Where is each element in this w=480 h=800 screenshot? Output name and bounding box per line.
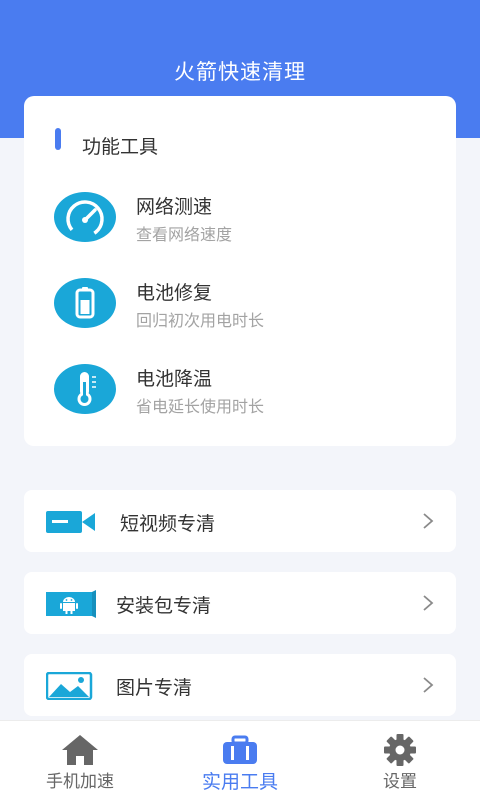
toolbox-icon <box>220 733 260 767</box>
speedometer-icon <box>54 192 116 242</box>
tool-battery-repair[interactable]: 电池修复 回归初次用电时长 <box>52 278 432 348</box>
tool-network-speed[interactable]: 网络测速 查看网络速度 <box>52 192 432 262</box>
home-icon <box>60 733 100 767</box>
chevron-right-icon <box>422 594 434 612</box>
tab-phone-boost[interactable]: 手机加速 <box>0 721 160 800</box>
picture-clean-item[interactable]: 图片专清 <box>24 654 456 716</box>
tool-battery-cooling[interactable]: 电池降温 省电延长使用时长 <box>52 364 432 434</box>
tab-label: 手机加速 <box>46 772 114 792</box>
video-camera-icon <box>46 508 96 536</box>
page-title: 火箭快速清理 <box>174 60 306 84</box>
chevron-right-icon <box>422 676 434 694</box>
tab-label: 设置 <box>383 772 417 792</box>
tool-subtitle: 查看网络速度 <box>136 225 233 244</box>
list-item-label: 短视频专清 <box>120 513 216 535</box>
picture-icon <box>45 671 96 701</box>
tool-subtitle: 省电延长使用时长 <box>136 397 265 416</box>
tab-settings[interactable]: 设置 <box>320 721 480 800</box>
tool-title: 电池修复 <box>136 282 213 304</box>
section-accent-bar <box>55 128 61 150</box>
list-item-label: 安装包专清 <box>116 595 212 617</box>
bottom-tab-bar: 手机加速 实用工具 设置 <box>0 720 480 800</box>
tab-utilities[interactable]: 实用工具 <box>160 721 320 800</box>
tool-title: 网络测速 <box>136 196 213 218</box>
list-item-label: 图片专清 <box>116 677 193 699</box>
tools-card: 功能工具 网络测速 查看网络速度 电池修复 回归初次用电时长 电池降温 省电延长… <box>24 96 456 446</box>
gear-icon <box>380 733 420 767</box>
tool-title: 电池降温 <box>136 368 213 390</box>
chevron-right-icon <box>422 512 434 530</box>
battery-icon <box>54 278 116 328</box>
tab-label: 实用工具 <box>201 771 278 793</box>
section-title: 功能工具 <box>82 136 159 158</box>
short-video-clean-item[interactable]: 短视频专清 <box>24 490 456 552</box>
android-icon <box>46 590 96 618</box>
apk-clean-item[interactable]: 安装包专清 <box>24 572 456 634</box>
tool-subtitle: 回归初次用电时长 <box>136 311 265 330</box>
thermometer-icon <box>54 364 116 414</box>
